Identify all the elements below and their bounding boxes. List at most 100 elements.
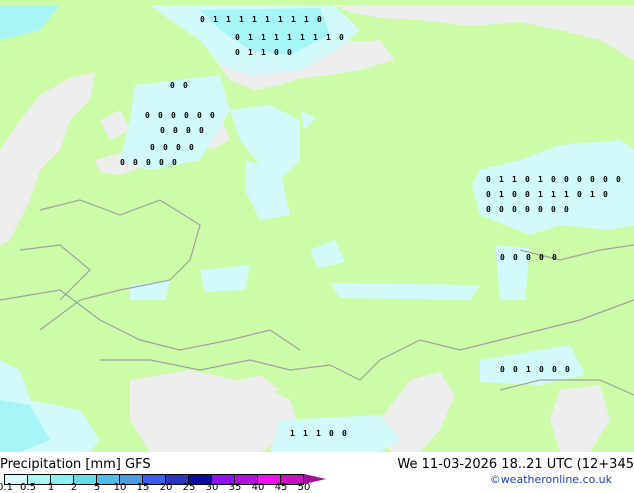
precip-marker: 1 bbox=[538, 175, 543, 184]
precip-marker: 0 bbox=[565, 365, 570, 374]
precip-marker: 0 bbox=[552, 253, 557, 262]
legend: Precipitation [mm] GFS We 11-03-2026 18.… bbox=[0, 452, 634, 493]
precip-marker: 0 bbox=[513, 365, 518, 374]
precip-marker: 0 bbox=[235, 48, 240, 57]
precip-marker: 0 bbox=[189, 143, 194, 152]
precip-marker: 0 bbox=[158, 111, 163, 120]
precip-marker: 0 bbox=[603, 190, 608, 199]
precip-marker: 0 bbox=[200, 15, 205, 24]
precip-marker: 0 bbox=[500, 253, 505, 262]
precip-marker: 0 bbox=[172, 158, 177, 167]
precip-marker: 0 bbox=[512, 205, 517, 214]
precip-marker: 0 bbox=[342, 429, 347, 438]
precip-marker: 0 bbox=[525, 175, 530, 184]
precip-marker: 0 bbox=[184, 111, 189, 120]
precip-marker: 0 bbox=[235, 33, 240, 42]
precip-marker: 1 bbox=[239, 15, 244, 24]
precip-marker: 0 bbox=[525, 190, 530, 199]
precip-marker: 1 bbox=[290, 429, 295, 438]
precip-marker: 1 bbox=[316, 429, 321, 438]
precip-marker: 1 bbox=[526, 365, 531, 374]
precip-marker: 0 bbox=[577, 175, 582, 184]
scale-label: 0.5 bbox=[20, 482, 36, 493]
precip-marker: 1 bbox=[590, 190, 595, 199]
precip-marker: 0 bbox=[577, 190, 582, 199]
precip-marker: 1 bbox=[313, 33, 318, 42]
scale-label: 20 bbox=[159, 482, 173, 493]
scale-label: 10 bbox=[113, 482, 127, 493]
precip-marker: 1 bbox=[287, 33, 292, 42]
precip-marker: 0 bbox=[486, 190, 491, 199]
precip-marker: 1 bbox=[252, 15, 257, 24]
precip-marker: 0 bbox=[170, 81, 175, 90]
precip-marker: 1 bbox=[248, 48, 253, 57]
precip-marker: 0 bbox=[616, 175, 621, 184]
scale-label: 5 bbox=[93, 482, 101, 493]
precip-marker: 0 bbox=[199, 126, 204, 135]
precip-marker: 0 bbox=[513, 253, 518, 262]
precip-marker: 1 bbox=[512, 175, 517, 184]
precip-marker: 0 bbox=[486, 205, 491, 214]
precip-marker: 0 bbox=[176, 143, 181, 152]
precip-marker: 0 bbox=[499, 205, 504, 214]
precip-marker: 0 bbox=[551, 205, 556, 214]
forecast-datetime: We 11-03-2026 18..21 UTC (12+345 bbox=[397, 457, 634, 472]
precip-marker: 1 bbox=[226, 15, 231, 24]
precip-marker: 1 bbox=[326, 33, 331, 42]
precip-marker: 0 bbox=[171, 111, 176, 120]
precip-marker: 0 bbox=[538, 205, 543, 214]
precip-marker: 1 bbox=[261, 48, 266, 57]
scale-label: 1 bbox=[47, 482, 55, 493]
precip-marker: 1 bbox=[248, 33, 253, 42]
credit-link[interactable]: ©weatheronline.co.uk bbox=[490, 473, 612, 486]
precipitation-map: 0 1 1 1 1 1 1 1 1 00 1 1 1 1 1 1 1 00 1 1 0 00 00 0 0 0 0 00 0 0 00 0 0 0… bbox=[0, 0, 634, 452]
precip-marker: 1 bbox=[499, 175, 504, 184]
precip-marker: 1 bbox=[278, 15, 283, 24]
precip-marker: 0 bbox=[317, 15, 322, 24]
precip-marker: 1 bbox=[261, 33, 266, 42]
precip-marker: 0 bbox=[603, 175, 608, 184]
legend-title: Precipitation [mm] GFS bbox=[0, 457, 151, 472]
precip-marker: 1 bbox=[300, 33, 305, 42]
precip-marker: 0 bbox=[564, 175, 569, 184]
precip-marker: 0 bbox=[120, 158, 125, 167]
scale-label: 2 bbox=[70, 482, 78, 493]
precip-marker: 0 bbox=[564, 205, 569, 214]
precip-marker: 0 bbox=[146, 158, 151, 167]
precip-marker: 1 bbox=[538, 190, 543, 199]
precip-marker: 0 bbox=[183, 81, 188, 90]
precip-marker: 1 bbox=[265, 15, 270, 24]
scale-labels: 0.1 0.5 1 2 5 10 15 20 25 30 35 40 45 50 bbox=[0, 482, 330, 493]
precip-marker: 0 bbox=[526, 253, 531, 262]
precip-marker: 0 bbox=[590, 175, 595, 184]
precip-marker: 0 bbox=[145, 111, 150, 120]
precip-marker: 1 bbox=[303, 429, 308, 438]
precip-marker: 0 bbox=[186, 126, 191, 135]
precip-marker: 0 bbox=[159, 158, 164, 167]
precip-marker: 0 bbox=[539, 365, 544, 374]
precip-marker: 1 bbox=[499, 190, 504, 199]
scale-label: 35 bbox=[228, 482, 242, 493]
precip-marker: 1 bbox=[274, 33, 279, 42]
precip-marker: 0 bbox=[551, 175, 556, 184]
scale-label: 25 bbox=[182, 482, 196, 493]
model-name: GFS bbox=[125, 457, 151, 472]
precip-marker: 1 bbox=[304, 15, 309, 24]
precip-marker: 0 bbox=[150, 143, 155, 152]
scale-label: 45 bbox=[274, 482, 288, 493]
scale-label: 40 bbox=[251, 482, 265, 493]
precip-marker: 0 bbox=[525, 205, 530, 214]
precip-marker: 0 bbox=[210, 111, 215, 120]
precip-marker: 1 bbox=[551, 190, 556, 199]
precip-marker: 0 bbox=[173, 126, 178, 135]
precip-marker: 0 bbox=[274, 48, 279, 57]
precip-marker: 0 bbox=[500, 365, 505, 374]
precip-marker: 0 bbox=[539, 253, 544, 262]
title-text: Precipitation [mm] bbox=[0, 457, 121, 472]
scale-label: 50 bbox=[297, 482, 311, 493]
precip-marker: 0 bbox=[287, 48, 292, 57]
precip-marker: 0 bbox=[512, 190, 517, 199]
precip-marker: 0 bbox=[163, 143, 168, 152]
precip-marker: 1 bbox=[213, 15, 218, 24]
precip-marker: 0 bbox=[160, 126, 165, 135]
